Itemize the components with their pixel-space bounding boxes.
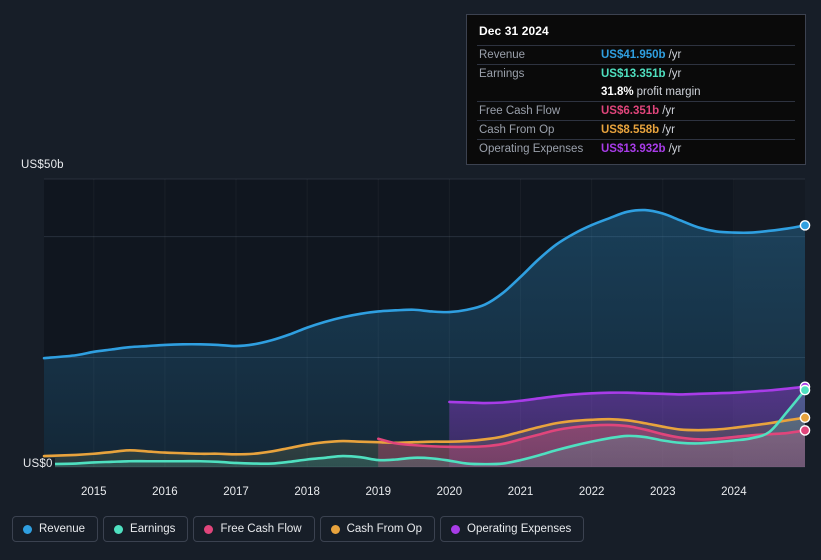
- x-tick-2021: 2021: [507, 486, 534, 498]
- tooltip-row-label: Earnings: [479, 68, 525, 80]
- data-tooltip: Dec 31 2024 Revenue US$41.950b/yr Earnings…: [466, 14, 806, 165]
- legend-label: Revenue: [39, 523, 86, 535]
- legend-color-dot: [451, 524, 461, 534]
- tooltip-row: Revenue US$41.950b/yr: [477, 45, 795, 64]
- tooltip-row-value: US$6.351b: [601, 105, 660, 117]
- tooltip-row-label: Revenue: [479, 49, 526, 61]
- tooltip-row-value: US$13.932b: [601, 143, 666, 155]
- tooltip-row-unit: /yr: [668, 49, 682, 61]
- endpoint-revenue[interactable]: [799, 220, 811, 231]
- tooltip-row-unit: profit margin: [636, 86, 701, 98]
- legend-label: Free Cash Flow: [220, 523, 302, 535]
- legend-item-revenue[interactable]: Revenue: [12, 516, 99, 542]
- tooltip-row: Cash From Op US$8.558b/yr: [477, 120, 795, 139]
- x-tick-2018: 2018: [294, 486, 320, 498]
- legend-item-earnings[interactable]: Earnings: [103, 516, 189, 542]
- y-axis-top-label: US$50b: [21, 159, 64, 171]
- legend-color-dot: [204, 524, 214, 534]
- legend-label: Earnings: [130, 523, 176, 535]
- x-tick-2015: 2015: [80, 486, 107, 498]
- legend-color-dot: [114, 524, 124, 534]
- endpoint-earnings[interactable]: [799, 384, 811, 396]
- tooltip-row-label: Free Cash Flow: [479, 105, 561, 117]
- tooltip-row-unit: /yr: [662, 105, 675, 117]
- x-tick-2019: 2019: [365, 486, 392, 498]
- x-tick-2024: 2024: [721, 486, 747, 498]
- x-tick-2023: 2023: [649, 486, 676, 498]
- tooltip-row: 31.8% profit margin: [477, 83, 795, 101]
- legend-label: Cash From Op: [346, 523, 423, 535]
- legend-item-free-cash-flow[interactable]: Free Cash Flow: [193, 516, 315, 542]
- tooltip-rows: Revenue US$41.950b/yr Earnings US$13.351b/y…: [477, 45, 795, 158]
- x-tick-2017: 2017: [223, 486, 249, 498]
- tooltip-row-value: 31.8%: [601, 86, 634, 98]
- legend-item-cash-from-op[interactable]: Cash From Op: [319, 516, 436, 542]
- x-tick-2022: 2022: [578, 486, 605, 498]
- tooltip-row-label: Cash From Op: [479, 124, 555, 136]
- endpoint-free-cash-flow[interactable]: [799, 425, 811, 436]
- x-tick-2016: 2016: [152, 486, 178, 498]
- tooltip-row: Earnings US$13.351b/yr: [477, 64, 795, 83]
- endpoint-cash-from-op[interactable]: [799, 412, 811, 424]
- tooltip-row-value: US$13.351b: [601, 68, 666, 80]
- tooltip-row-value: US$41.950b: [601, 49, 666, 61]
- chart-legend: Revenue Earnings Free Cash Flow Cash From O…: [12, 516, 585, 542]
- legend-label: Operating Expenses: [467, 523, 572, 535]
- tooltip-row-unit: /yr: [668, 68, 682, 80]
- x-tick-2020: 2020: [436, 486, 463, 498]
- tooltip-row-value: US$8.558b: [601, 124, 660, 136]
- legend-color-dot: [23, 524, 32, 534]
- legend-color-dot: [330, 524, 340, 534]
- y-axis-zero-label: US$0: [21, 458, 55, 470]
- legend-item-operating-expenses[interactable]: Operating Expenses: [440, 516, 585, 542]
- financial-chart-widget: US$50b US$0 2015 2016 2017 2018 2019 2020 2021…: [0, 0, 821, 560]
- tooltip-row-unit: /yr: [662, 124, 675, 136]
- tooltip-row: Free Cash Flow US$6.351b/yr: [477, 101, 795, 120]
- tooltip-row-label: Operating Expenses: [479, 143, 584, 155]
- tooltip-row-unit: /yr: [668, 143, 682, 155]
- tooltip-date: Dec 31 2024: [479, 24, 549, 38]
- tooltip-row: Operating Expenses US$13.932b/yr: [477, 139, 795, 158]
